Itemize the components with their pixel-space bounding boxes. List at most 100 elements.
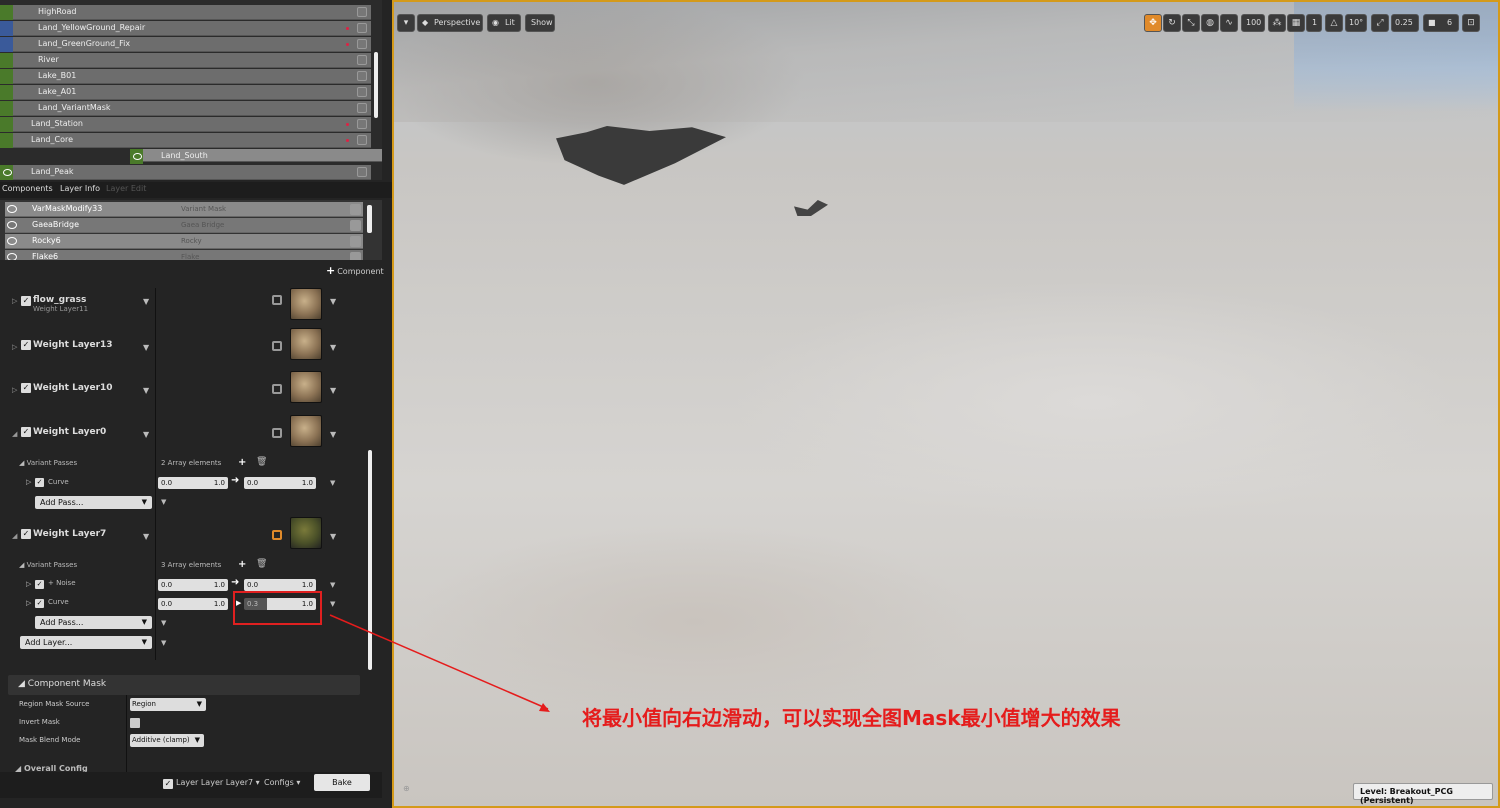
outliner-row[interactable]: Land_YellowGround_Repair <box>0 21 371 36</box>
chevron-down-icon[interactable]: ▼ <box>330 532 336 541</box>
output-min-value[interactable]: 0.0 <box>247 581 258 589</box>
chevron-down-icon[interactable]: ▼ <box>161 498 166 506</box>
visibility-toggle[interactable] <box>0 69 13 84</box>
maximize-icon[interactable]: ⊡ <box>1462 14 1480 32</box>
component-row[interactable]: Rocky6 Rocky <box>5 234 363 249</box>
outliner-row[interactable]: Land_VariantMask <box>0 101 371 116</box>
lit-button[interactable]: ◉ Lit <box>487 14 521 32</box>
angle-field[interactable]: 10° <box>1345 14 1367 32</box>
region-mask-select[interactable]: Region ▼ <box>130 698 206 711</box>
chevron-down-icon[interactable]: ▼ <box>330 600 335 608</box>
visibility-toggle[interactable] <box>0 37 13 52</box>
expand-arrow-icon[interactable]: ▷ <box>26 478 31 486</box>
world-local-icon[interactable]: ◍ <box>1201 14 1219 32</box>
layer-enabled-checkbox[interactable]: ✓ <box>21 427 31 437</box>
outliner-row[interactable]: Lake_B01 <box>0 69 371 84</box>
visibility-toggle[interactable] <box>0 53 13 68</box>
translate-icon[interactable]: ✥ <box>1144 14 1162 32</box>
lock-icon[interactable] <box>357 135 367 145</box>
lock-icon[interactable] <box>357 167 367 177</box>
camera-speed-field[interactable]: ■ 6 <box>1423 14 1459 32</box>
checkbox-icon[interactable] <box>350 236 361 247</box>
chevron-down-icon[interactable]: ▼ <box>330 581 335 589</box>
eye-icon[interactable] <box>7 237 17 245</box>
configs-dropdown[interactable]: Configs ▾ <box>264 778 300 787</box>
invert-mask-checkbox[interactable] <box>130 718 140 728</box>
bake-button[interactable]: Bake <box>314 774 370 791</box>
visibility-toggle[interactable] <box>0 133 13 148</box>
grid-icon[interactable]: ▦ <box>1287 14 1305 32</box>
lock-icon[interactable] <box>357 119 367 129</box>
surface-snap-icon[interactable]: ∿ <box>1220 14 1238 32</box>
outliner-row[interactable]: Lake_A01 <box>0 85 371 100</box>
layer-enabled-checkbox[interactable]: ✓ <box>21 340 31 350</box>
material-thumbnail[interactable] <box>290 328 322 360</box>
rotate-icon[interactable]: ↻ <box>1163 14 1181 32</box>
expand-arrow-icon[interactable]: ▷ <box>26 580 31 588</box>
chevron-down-icon[interactable]: ▼ <box>143 532 149 541</box>
outliner-row[interactable]: Land_Peak <box>0 165 371 180</box>
trash-icon[interactable]: 🗑 <box>256 457 267 467</box>
input-range-field[interactable]: 0.0 1.0 <box>158 598 228 610</box>
input-min-value[interactable]: 0.0 <box>161 581 172 589</box>
component-list-scrollbar[interactable] <box>367 205 372 233</box>
lock-icon[interactable] <box>357 71 367 81</box>
input-range-field[interactable]: 0.0 1.0 <box>158 579 228 591</box>
lock-icon[interactable] <box>272 295 282 305</box>
lock-icon[interactable] <box>357 87 367 97</box>
input-range-field[interactable]: 0.0 1.0 <box>158 477 228 489</box>
grid-size-field[interactable]: 1 <box>1306 14 1322 32</box>
material-thumbnail[interactable] <box>290 371 322 403</box>
collapse-arrow-icon[interactable]: ◢ <box>12 430 17 438</box>
speed-field[interactable]: 100 <box>1241 14 1265 32</box>
chevron-down-icon[interactable]: ▼ <box>143 297 149 306</box>
lock-icon[interactable] <box>357 55 367 65</box>
expand-arrow-icon[interactable]: ▷ <box>12 297 17 305</box>
expand-arrow-icon[interactable]: ▷ <box>26 599 31 607</box>
checkbox-icon[interactable] <box>350 204 361 215</box>
outliner-row[interactable]: HighRoad <box>0 5 371 20</box>
layer-enabled-checkbox[interactable]: ✓ <box>21 296 31 306</box>
visibility-toggle[interactable] <box>0 85 13 100</box>
input-max-value[interactable]: 1.0 <box>214 581 225 589</box>
checkbox-icon[interactable] <box>350 220 361 231</box>
scale-snap-icon[interactable]: ⤢ <box>1371 14 1389 32</box>
pass-enabled-checkbox[interactable]: ✓ <box>35 478 44 487</box>
perspective-button[interactable]: ◆ Perspective <box>417 14 483 32</box>
eye-icon[interactable] <box>7 253 17 260</box>
layer-enabled-checkbox[interactable]: ✓ <box>21 383 31 393</box>
eye-icon[interactable] <box>7 205 17 213</box>
chevron-down-icon[interactable]: ▼ <box>161 639 166 647</box>
lock-icon[interactable] <box>357 103 367 113</box>
lock-icon[interactable] <box>357 39 367 49</box>
material-thumbnail[interactable] <box>290 517 322 549</box>
outliner-scrollbar[interactable] <box>374 52 378 118</box>
lock-icon[interactable] <box>357 23 367 33</box>
component-mask-header[interactable]: ◢ Component Mask <box>8 675 360 695</box>
add-component-button[interactable]: + Component <box>326 264 384 277</box>
add-element-icon[interactable]: + <box>238 559 246 570</box>
eye-icon[interactable] <box>130 149 143 164</box>
output-min-value[interactable]: 0.0 <box>247 479 258 487</box>
chevron-down-icon[interactable]: ▼ <box>330 297 336 306</box>
outliner-row[interactable]: Land_South <box>130 149 382 164</box>
chevron-down-icon[interactable]: ▼ <box>330 343 336 352</box>
add-layer-dropdown[interactable]: Add Layer... ▼ <box>20 636 152 649</box>
variant-passes-header[interactable]: ◢ Variant Passes <box>19 561 77 569</box>
layer-enabled-checkbox[interactable]: ✓ <box>21 529 31 539</box>
outliner-row[interactable]: River <box>0 53 371 68</box>
chevron-down-icon[interactable]: ▼ <box>330 479 335 487</box>
chevron-down-icon[interactable]: ▼ <box>161 619 166 627</box>
output-max-value[interactable]: 1.0 <box>302 581 313 589</box>
angle-snap-icon[interactable]: △ <box>1325 14 1343 32</box>
lock-icon[interactable] <box>272 530 282 540</box>
input-max-value[interactable]: 1.0 <box>214 479 225 487</box>
add-pass-dropdown[interactable]: Add Pass... ▼ <box>35 496 152 509</box>
chevron-down-icon[interactable]: ▼ <box>143 430 149 439</box>
eye-icon[interactable] <box>7 221 17 229</box>
outliner-row[interactable]: Land_Core <box>0 133 371 148</box>
component-row[interactable]: VarMaskModify33 Variant Mask <box>5 202 363 217</box>
chevron-down-icon[interactable]: ▼ <box>143 386 149 395</box>
visibility-toggle[interactable] <box>0 101 13 116</box>
lock-icon[interactable] <box>272 384 282 394</box>
